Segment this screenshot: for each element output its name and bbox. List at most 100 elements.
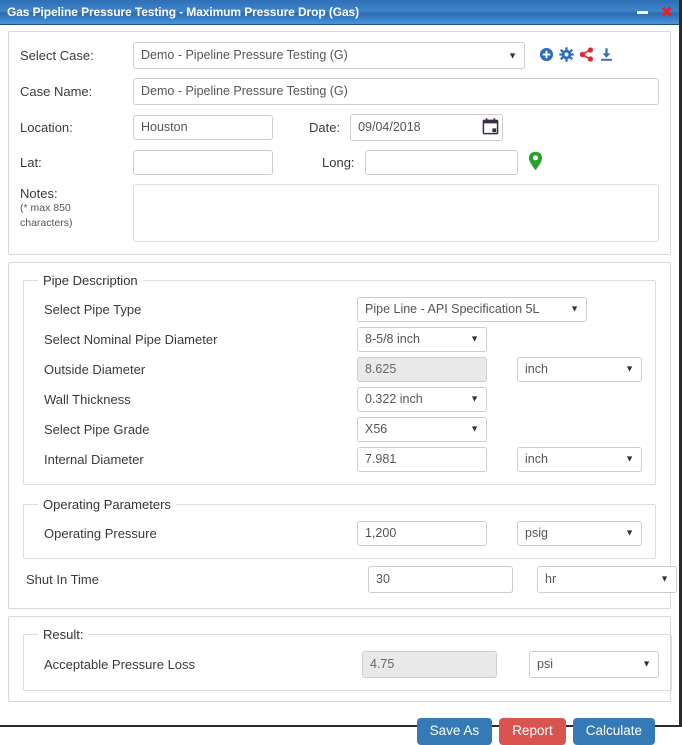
chevron-down-icon: ▼ bbox=[470, 423, 479, 434]
chevron-down-icon: ▼ bbox=[625, 453, 634, 464]
case-name-label: Case Name: bbox=[20, 84, 93, 99]
select-case-dropdown[interactable]: Demo - Pipeline Pressure Testing (G) ▼ bbox=[133, 42, 525, 69]
wall-thickness-value: 0.322 inch bbox=[365, 391, 423, 406]
result-legend: Result: bbox=[43, 627, 84, 642]
calendar-icon[interactable] bbox=[482, 117, 499, 138]
shut-in-time-row: Shut In Time 30 hr ▼ bbox=[23, 562, 677, 596]
gear-icon[interactable] bbox=[559, 46, 574, 65]
notes-label-group: Notes: (* max 850 characters) bbox=[20, 184, 133, 231]
select-case-label: Select Case: bbox=[20, 48, 94, 63]
case-name-input[interactable]: Demo - Pipeline Pressure Testing (G) bbox=[133, 78, 659, 105]
operating-pressure-unit-value: psig bbox=[525, 525, 548, 540]
wall-thickness-label: Wall Thickness bbox=[44, 391, 131, 407]
long-label: Long: bbox=[322, 155, 355, 170]
case-name-row: Case Name: Demo - Pipeline Pressure Test… bbox=[20, 78, 659, 105]
chevron-down-icon: ▼ bbox=[508, 50, 517, 60]
date-input[interactable]: 09/04/2018 bbox=[350, 114, 504, 141]
map-pin-icon[interactable] bbox=[528, 151, 543, 174]
outside-diameter-unit-dropdown[interactable]: inch ▼ bbox=[517, 356, 642, 382]
add-circle-icon[interactable] bbox=[539, 47, 554, 65]
select-case-value: Demo - Pipeline Pressure Testing (G) bbox=[141, 48, 348, 62]
share-icon[interactable] bbox=[579, 46, 594, 65]
result-fieldset: Result: Acceptable Pressure Loss 4.75 ps… bbox=[23, 627, 672, 691]
lat-label: Lat: bbox=[20, 155, 42, 170]
save-as-button[interactable]: Save As bbox=[416, 718, 493, 745]
pipe-grade-label: Select Pipe Grade bbox=[44, 421, 150, 437]
pipe-description-fieldset: Pipe Description Select Pipe Type Pipe L… bbox=[23, 273, 656, 485]
lat-long-row: Lat: Long: bbox=[20, 150, 659, 175]
result-panel: Result: Acceptable Pressure Loss 4.75 ps… bbox=[8, 616, 672, 702]
notes-label: Notes: bbox=[20, 186, 58, 201]
operating-pressure-label: Operating Pressure bbox=[44, 525, 157, 541]
notes-hint-line-2: characters) bbox=[20, 217, 73, 229]
outside-diameter-unit-value: inch bbox=[525, 361, 548, 376]
pipe-type-dropdown[interactable]: Pipe Line - API Specification 5L ▼ bbox=[357, 296, 587, 322]
pipe-grade-value: X56 bbox=[365, 421, 388, 436]
internal-diameter-unit-value: inch bbox=[525, 451, 548, 466]
minimize-icon[interactable] bbox=[637, 11, 649, 14]
pipe-parameters-panel: Pipe Description Select Pipe Type Pipe L… bbox=[8, 262, 677, 609]
close-icon[interactable]: ✖ bbox=[660, 5, 673, 20]
chevron-down-icon: ▼ bbox=[660, 573, 669, 584]
shut-in-time-label: Shut In Time bbox=[26, 571, 99, 587]
chevron-down-icon: ▼ bbox=[470, 393, 479, 404]
location-date-row: Location: Houston Date: 09/04/2018 bbox=[20, 114, 659, 141]
chevron-down-icon: ▼ bbox=[625, 527, 634, 538]
acceptable-pressure-loss-label: Acceptable Pressure Loss bbox=[44, 656, 196, 672]
pipe-row-outside-diameter: Outside Diameter 8.625 inch ▼ bbox=[36, 354, 643, 384]
internal-diameter-label: Internal Diameter bbox=[44, 451, 144, 467]
long-input[interactable] bbox=[364, 150, 518, 175]
wall-thickness-dropdown[interactable]: 0.322 inch ▼ bbox=[357, 386, 487, 412]
pipe-grade-dropdown[interactable]: X56 ▼ bbox=[357, 416, 487, 442]
nominal-diameter-label: Select Nominal Pipe Diameter bbox=[44, 331, 218, 347]
date-label: Date: bbox=[309, 120, 341, 135]
internal-diameter-input[interactable]: 7.981 bbox=[357, 446, 487, 472]
outside-diameter-label: Outside Diameter bbox=[44, 361, 146, 377]
case-info-panel: Select Case: Demo - Pipeline Pressure Te… bbox=[8, 31, 671, 255]
pipe-type-value: Pipe Line - API Specification 5L bbox=[365, 301, 540, 316]
notes-textarea[interactable] bbox=[133, 184, 659, 242]
action-button-bar: Save As Report Calculate bbox=[8, 709, 671, 745]
lat-input[interactable] bbox=[133, 150, 273, 175]
acceptable-pressure-loss-unit-dropdown[interactable]: psi ▼ bbox=[529, 650, 659, 678]
acceptable-pressure-loss-value: 4.75 bbox=[362, 650, 497, 678]
chevron-down-icon: ▼ bbox=[470, 333, 479, 344]
nominal-diameter-value: 8-5/8 inch bbox=[365, 331, 420, 346]
form-body: Select Case: Demo - Pipeline Pressure Te… bbox=[0, 25, 679, 745]
chevron-down-icon: ▼ bbox=[625, 363, 634, 374]
pipe-type-label: Select Pipe Type bbox=[44, 301, 142, 317]
window-controls: ✖ bbox=[637, 0, 673, 25]
operating-parameters-fieldset: Operating Parameters Operating Pressure … bbox=[23, 497, 656, 559]
download-icon[interactable] bbox=[599, 47, 614, 65]
acceptable-pressure-loss-row: Acceptable Pressure Loss 4.75 psi ▼ bbox=[36, 648, 659, 680]
acceptable-pressure-loss-unit-value: psi bbox=[537, 656, 553, 671]
report-button[interactable]: Report bbox=[499, 718, 566, 745]
shut-in-time-input[interactable]: 30 bbox=[368, 565, 513, 593]
window-title: Gas Pipeline Pressure Testing - Maximum … bbox=[7, 5, 359, 19]
chevron-down-icon: ▼ bbox=[642, 658, 651, 669]
notes-row: Notes: (* max 850 characters) bbox=[20, 184, 659, 242]
location-input[interactable]: Houston bbox=[133, 115, 273, 140]
case-action-icons bbox=[539, 46, 614, 65]
pipe-description-legend: Pipe Description bbox=[43, 273, 138, 288]
pipe-row-pipe-type: Select Pipe Type Pipe Line - API Specifi… bbox=[36, 294, 643, 324]
nominal-diameter-dropdown[interactable]: 8-5/8 inch ▼ bbox=[357, 326, 487, 352]
outside-diameter-input: 8.625 bbox=[357, 356, 487, 382]
pipe-row-pipe-grade: Select Pipe Grade X56 ▼ bbox=[36, 414, 643, 444]
date-field[interactable]: 09/04/2018 bbox=[350, 114, 504, 141]
title-bar: Gas Pipeline Pressure Testing - Maximum … bbox=[0, 0, 679, 25]
notes-hint-line-1: (* max 850 bbox=[20, 202, 71, 214]
pipe-row-nominal-diameter: Select Nominal Pipe Diameter 8-5/8 inch … bbox=[36, 324, 643, 354]
application-window: Gas Pipeline Pressure Testing - Maximum … bbox=[0, 0, 682, 745]
operating-pressure-row: Operating Pressure 1,200 psig ▼ bbox=[36, 518, 643, 548]
chevron-down-icon: ▼ bbox=[570, 303, 579, 314]
shut-in-time-unit-dropdown[interactable]: hr ▼ bbox=[537, 565, 677, 593]
operating-parameters-legend: Operating Parameters bbox=[43, 497, 171, 512]
calculate-button[interactable]: Calculate bbox=[572, 718, 655, 745]
select-case-row: Select Case: Demo - Pipeline Pressure Te… bbox=[20, 42, 659, 69]
operating-pressure-input[interactable]: 1,200 bbox=[357, 520, 487, 546]
internal-diameter-unit-dropdown[interactable]: inch ▼ bbox=[517, 446, 642, 472]
operating-pressure-unit-dropdown[interactable]: psig ▼ bbox=[517, 520, 642, 546]
pipe-row-wall-thickness: Wall Thickness 0.322 inch ▼ bbox=[36, 384, 643, 414]
pipe-row-internal-diameter: Internal Diameter 7.981 inch ▼ bbox=[36, 444, 643, 474]
